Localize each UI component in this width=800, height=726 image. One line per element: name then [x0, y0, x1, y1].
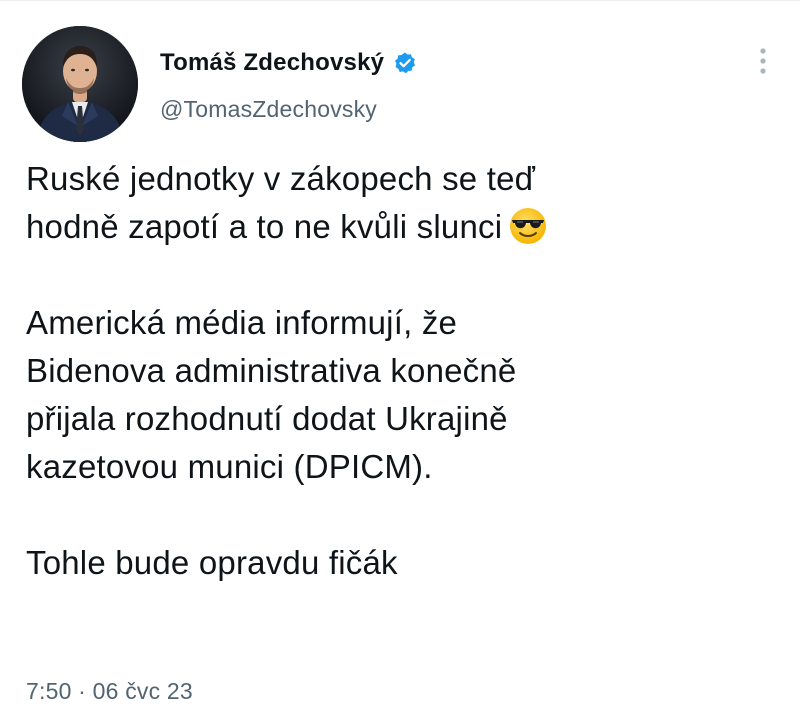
meta-separator: · [71, 678, 93, 704]
tweet-text: Ruské jednotky v zákopech se teď hodně z… [26, 155, 766, 587]
verified-badge-icon [393, 51, 417, 75]
tweet-paragraph: Tohle bude opravdu fičák [26, 539, 766, 587]
tweet-line: Bidenova administrativa konečně [26, 352, 517, 389]
more-options-button[interactable] [748, 44, 778, 78]
author-name-row[interactable]: Tomáš Zdechovský [160, 49, 417, 77]
tweet-line: přijala rozhodnutí dodat Ukrajině [26, 400, 508, 437]
author-handle[interactable]: @TomasZdechovsky [160, 96, 377, 123]
tweet-line: Ruské jednotky v zákopech se teď [26, 160, 536, 197]
tweet-line: hodně zapotí a to ne kvůli slunci [26, 208, 503, 245]
tweet-paragraph: Ruské jednotky v zákopech se teď hodně z… [26, 155, 766, 251]
tweet-line: kazetovou munici (DPICM). [26, 448, 433, 485]
tweet-timestamp[interactable]: 7:50 · 06 čvc 23 [26, 678, 193, 705]
avatar[interactable] [22, 26, 138, 142]
tweet-time[interactable]: 7:50 [26, 678, 72, 704]
tweet-line: Americká média informují, že [26, 304, 458, 341]
tweet-date[interactable]: 06 čvc 23 [93, 678, 193, 704]
more-vertical-icon [748, 44, 778, 78]
tweet-card: Tomáš Zdechovský @TomasZdechovsky Ruské … [0, 0, 800, 726]
author-name[interactable]: Tomáš Zdechovský [160, 49, 384, 77]
tweet-paragraph: Americká média informují, že Bidenova ad… [26, 299, 766, 491]
top-divider [0, 0, 800, 1]
sunglasses-emoji-icon [508, 206, 548, 246]
tweet-line: Tohle bude opravdu fičák [26, 544, 398, 581]
